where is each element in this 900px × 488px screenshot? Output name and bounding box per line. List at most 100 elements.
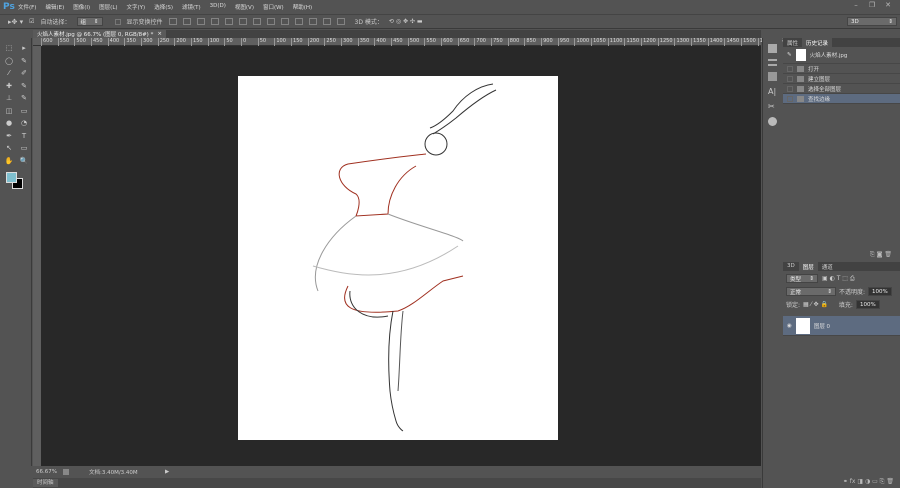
status-icon[interactable] <box>62 469 69 475</box>
tool-icon[interactable]: ✎ <box>19 94 29 103</box>
zoom-level[interactable]: 66.67% <box>36 469 57 475</box>
history-checkbox[interactable] <box>787 85 793 92</box>
auto-select-dropdown[interactable]: 组 ⇕ <box>76 17 103 26</box>
foreground-color-swatch[interactable] <box>6 172 17 183</box>
align-icon[interactable] <box>196 18 205 25</box>
history-checkbox[interactable] <box>787 75 793 82</box>
tool-icon[interactable]: ↖ <box>4 144 14 153</box>
workspace-dropdown[interactable]: 3D ⇕ <box>847 17 897 26</box>
character-icon[interactable]: A| <box>768 87 777 96</box>
tool-icon[interactable]: ✒ <box>4 132 14 141</box>
move-tool-icon[interactable]: ▸✥ ▾ <box>8 18 23 26</box>
history-brush-icon[interactable] <box>768 44 777 53</box>
align-icon[interactable] <box>224 18 233 25</box>
tool-icon[interactable]: ◯ <box>4 57 14 66</box>
image-canvas[interactable] <box>238 76 558 440</box>
menu-item[interactable]: 视图(V) <box>235 3 254 11</box>
new-document-icon[interactable]: ⎘ <box>870 251 875 258</box>
auto-align-icon[interactable] <box>336 18 345 25</box>
menu-item[interactable]: 编辑(E) <box>45 3 64 11</box>
tab-3d[interactable]: 3D <box>783 262 799 271</box>
history-item[interactable]: 查找边缘 <box>783 94 900 104</box>
eye-icon[interactable]: ◉ <box>787 323 792 329</box>
tool-icon[interactable]: ▸ <box>19 44 29 53</box>
tool-icon[interactable]: T <box>19 132 29 141</box>
history-item[interactable]: 建立图层 <box>783 74 900 84</box>
tool-icon[interactable]: ✎ <box>19 82 29 91</box>
status-menu-arrow[interactable]: ▶ <box>165 469 169 475</box>
tools-icon[interactable]: ✂ <box>768 102 777 111</box>
window-controls: – ❐ ✕ <box>850 1 894 10</box>
menu-item[interactable]: 文件(F) <box>18 3 36 11</box>
document-tab[interactable]: 火焰人素材.jpg @ 66.7% (图层 0, RGB/8#) * × <box>33 30 166 38</box>
menu-item[interactable]: 图像(I) <box>73 3 90 11</box>
layer-row[interactable]: ◉ 图层 0 <box>783 316 900 336</box>
close-tab-button[interactable]: × <box>157 31 162 37</box>
snapshot-brush-icon: ✎ <box>787 52 792 58</box>
show-transform-checkbox[interactable] <box>114 18 121 25</box>
ruler-label: 1250 <box>657 38 673 46</box>
history-snapshot[interactable]: ✎ 火焰人素材.jpg <box>783 47 900 64</box>
history-item[interactable]: 打开 <box>783 64 900 74</box>
align-icon[interactable] <box>168 18 177 25</box>
history-label: 查找边缘 <box>808 96 831 103</box>
minimize-button[interactable]: – <box>850 1 862 10</box>
tool-icon[interactable]: ✚ <box>4 82 14 91</box>
tab-layers[interactable]: 图层 <box>798 262 818 271</box>
history-checkbox[interactable] <box>787 95 793 102</box>
close-button[interactable]: ✕ <box>882 1 894 10</box>
menu-item[interactable]: 帮助(H) <box>293 3 312 11</box>
tool-icon[interactable]: ● <box>4 119 14 128</box>
menu-item[interactable]: 图层(L) <box>99 3 117 11</box>
restore-button[interactable]: ❐ <box>866 1 878 10</box>
tool-icon[interactable]: ▭ <box>19 144 29 153</box>
tool-icon[interactable]: ▭ <box>19 107 29 116</box>
3d-rotate-icon[interactable]: ⟲ ◎ ✥ ✣ ▬ <box>389 18 423 25</box>
menu-item[interactable]: 窗口(W) <box>263 3 284 11</box>
clone-source-icon[interactable] <box>768 72 777 81</box>
tab-channels[interactable]: 通道 <box>818 262 837 271</box>
align-icon[interactable] <box>238 18 247 25</box>
tab-properties[interactable]: 属性 <box>783 38 802 47</box>
menu-item[interactable]: 滤镜(T) <box>182 3 201 11</box>
filter-icons[interactable]: ▣ ◐ T ⬚ ⎙ <box>822 275 855 283</box>
timeline-panel: 时间轴 <box>33 478 761 488</box>
tool-icon[interactable]: ⬚ <box>4 44 14 53</box>
blend-mode-dropdown[interactable]: 正常 ⇕ <box>786 287 836 296</box>
trash-icon[interactable]: 🗑 <box>884 251 892 258</box>
tool-icon[interactable]: ⁄ <box>4 69 14 78</box>
camera-icon[interactable]: ◙ <box>877 251 883 258</box>
tab-title: 火焰人素材.jpg @ 66.7% (图层 0, RGB/8#) * <box>37 32 154 38</box>
adjust-icon[interactable] <box>768 59 777 66</box>
tab-history[interactable]: 历史记录 <box>802 38 833 47</box>
opacity-input[interactable]: 100% <box>868 287 892 296</box>
tool-icon[interactable]: ⊥ <box>4 94 14 103</box>
tool-icon[interactable]: 🔍 <box>19 157 29 166</box>
layer-filter-dropdown[interactable]: 类型 ⇕ <box>786 274 818 283</box>
layer-actions[interactable]: ⚭ fx ◨ ◑ ▭ ⎘ 🗑 <box>843 478 894 486</box>
tool-icon[interactable]: ✐ <box>19 69 29 78</box>
distribute-icon[interactable] <box>266 18 275 25</box>
align-icon[interactable] <box>210 18 219 25</box>
distribute-icon[interactable] <box>322 18 331 25</box>
tool-icon[interactable]: ✋ <box>4 157 14 166</box>
fill-input[interactable]: 100% <box>855 300 880 309</box>
auto-select-checkbox[interactable]: ☑ <box>29 18 34 25</box>
distribute-icon[interactable] <box>308 18 317 25</box>
tool-icon[interactable]: ◫ <box>4 107 14 116</box>
menu-item[interactable]: 文字(Y) <box>127 3 146 11</box>
distribute-icon[interactable] <box>252 18 261 25</box>
history-item[interactable]: 选择全部图层 <box>783 84 900 94</box>
history-checkbox[interactable] <box>787 65 793 72</box>
lock-icons[interactable]: ▦ ⁄ ✥ 🔒 <box>803 301 828 308</box>
auto-select-label: 自动选择： <box>40 19 71 26</box>
timeline-tab[interactable]: 时间轴 <box>33 479 58 487</box>
tool-icon[interactable]: ◔ <box>19 119 29 128</box>
menu-item[interactable]: 选择(S) <box>154 3 173 11</box>
distribute-icon[interactable] <box>280 18 289 25</box>
behance-icon[interactable] <box>768 117 777 126</box>
align-icon[interactable] <box>182 18 191 25</box>
distribute-icon[interactable] <box>294 18 303 25</box>
menu-item[interactable]: 3D(D) <box>210 3 226 11</box>
tool-icon[interactable]: ✎ <box>19 57 29 66</box>
